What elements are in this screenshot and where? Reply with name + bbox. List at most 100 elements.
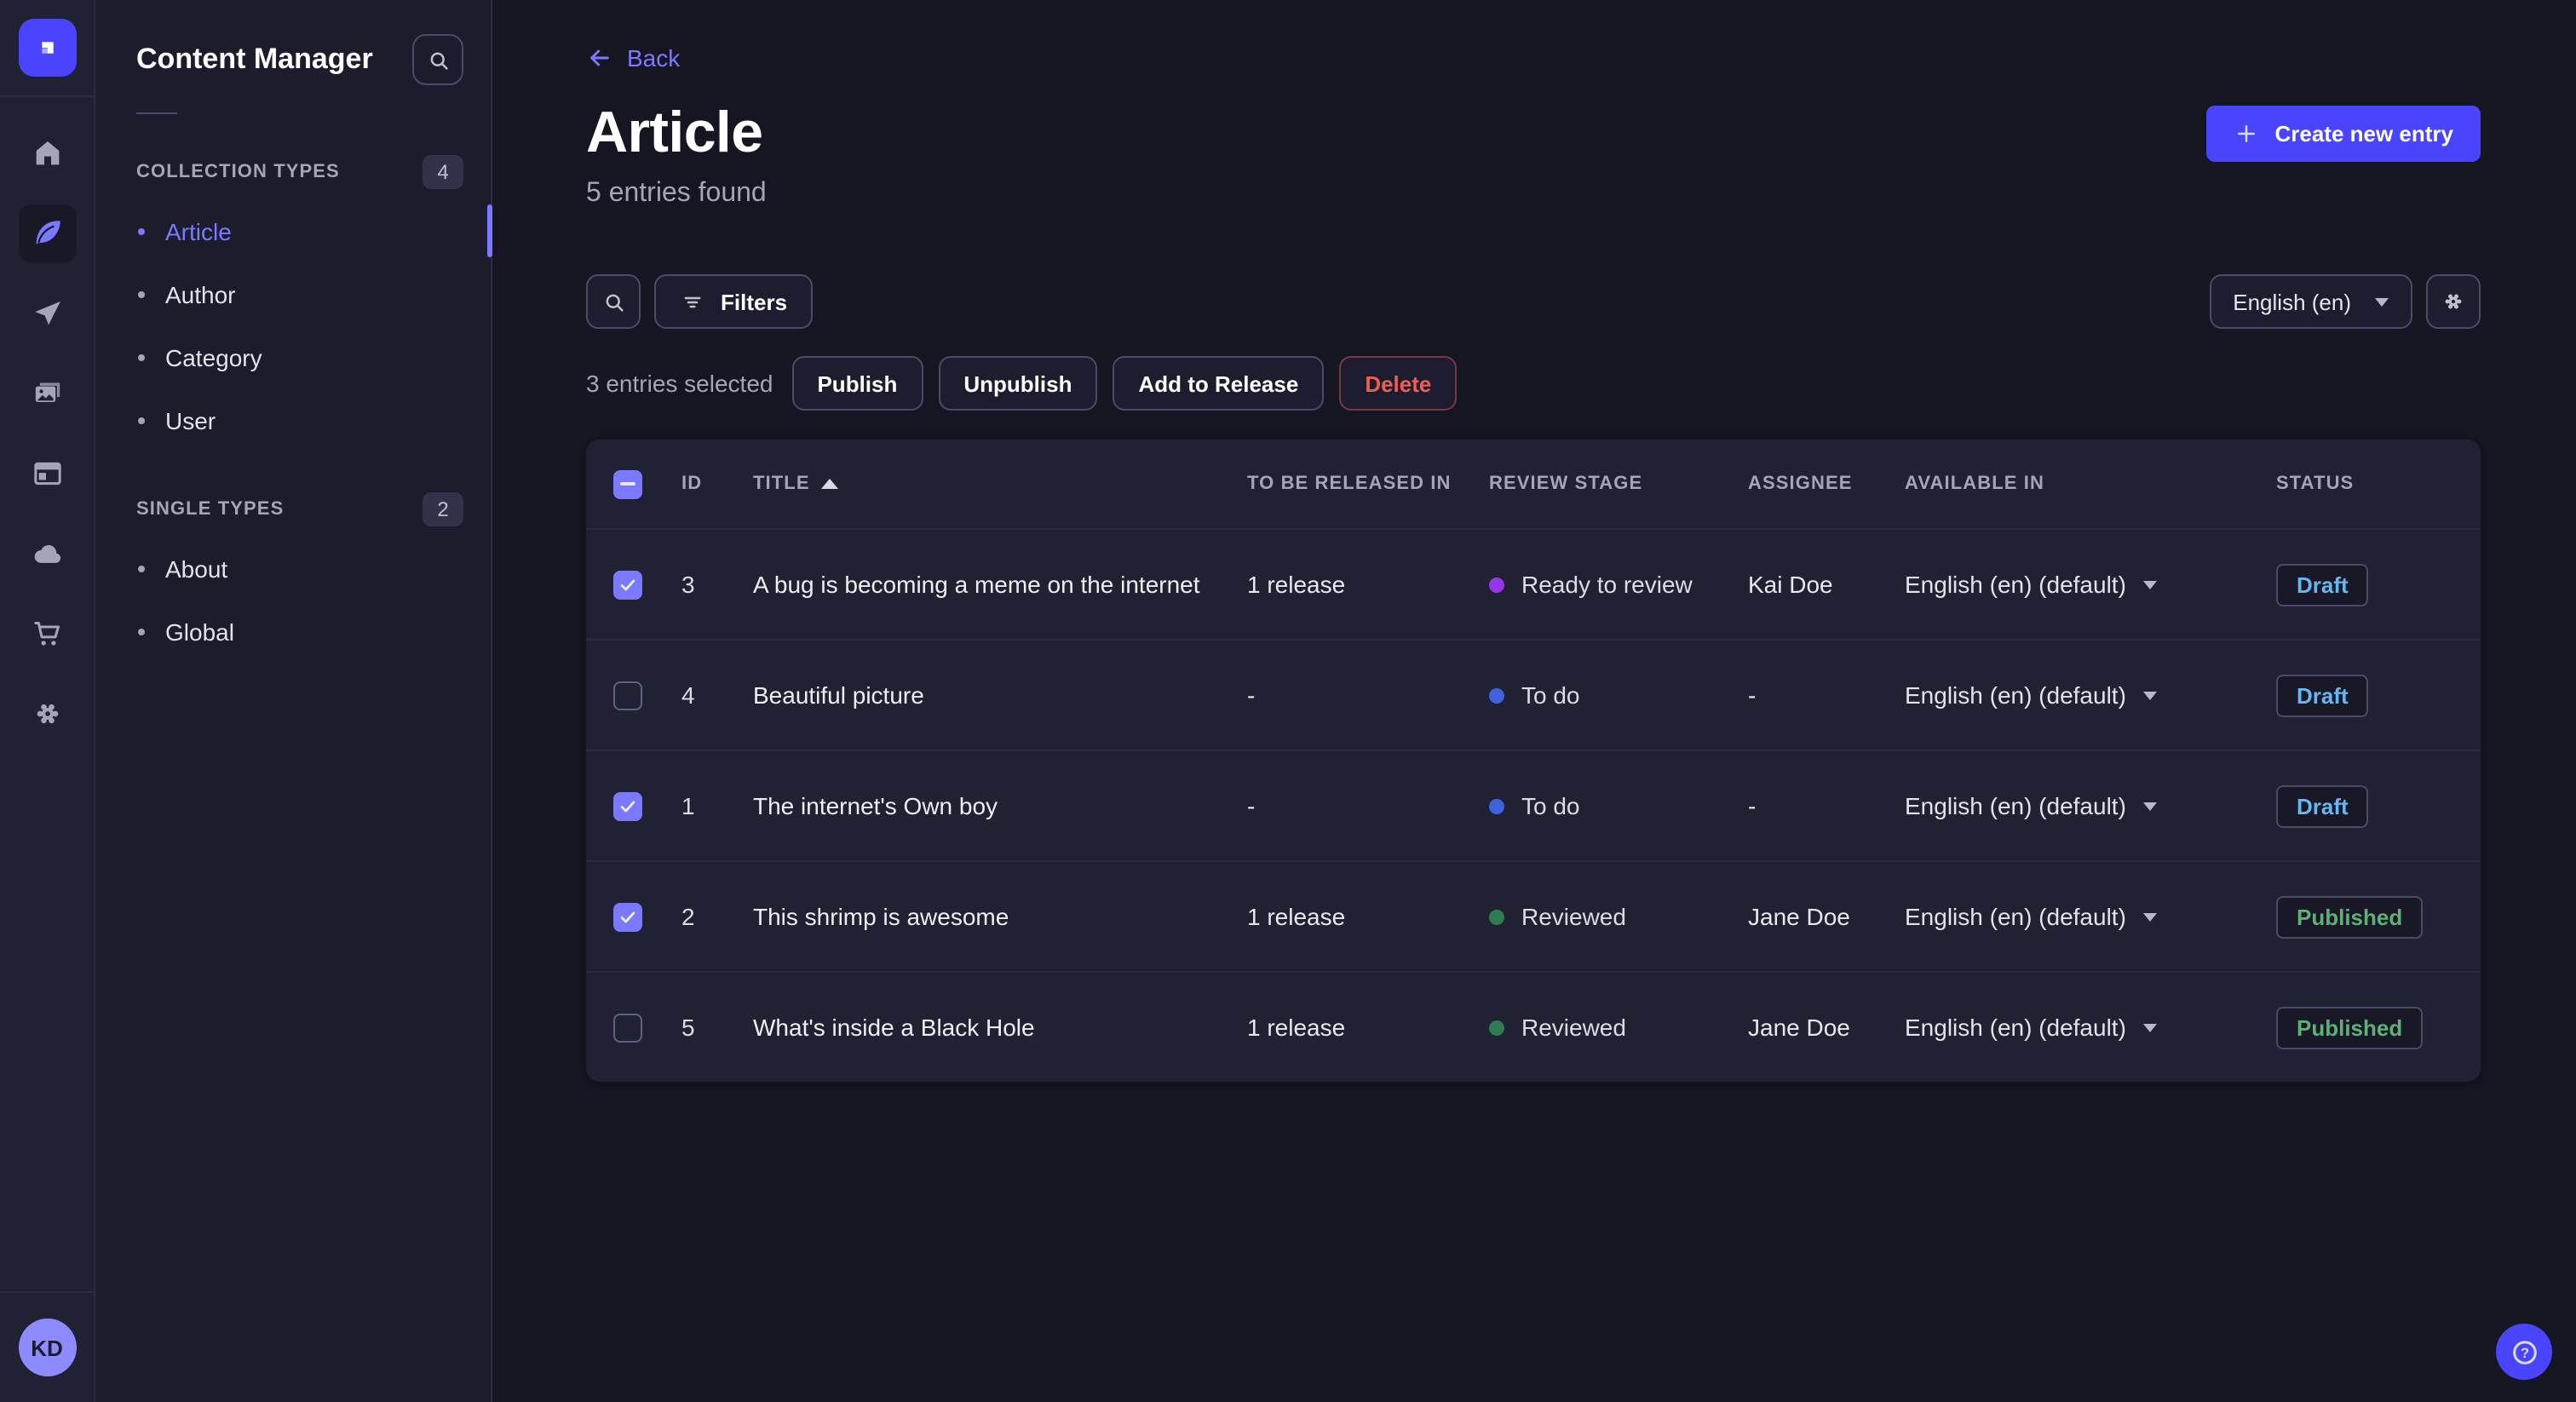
column-header-assignee: ASSIGNEE: [1748, 474, 1853, 494]
cell-title: This shrimp is awesome: [753, 903, 1009, 930]
available-locales-dropdown[interactable]: English (en) (default): [1905, 1014, 2276, 1041]
release-dropdown[interactable]: 1 release: [1247, 571, 1489, 598]
sidebar-item[interactable]: Article: [95, 199, 492, 262]
row-checkbox[interactable]: [613, 681, 642, 710]
column-header-title-sort[interactable]: TITLE: [753, 474, 1247, 494]
bullet-icon: [138, 417, 145, 423]
cell-title: Beautiful picture: [753, 681, 924, 709]
filter-icon: [684, 296, 701, 307]
cell-review-stage: To do: [1489, 681, 1748, 709]
home-icon[interactable]: [18, 124, 76, 182]
sidebar-item[interactable]: Global: [95, 600, 491, 663]
table-row[interactable]: 3 A bug is becoming a meme on the intern…: [586, 528, 2481, 639]
column-header-released: TO BE RELEASED IN: [1247, 474, 1452, 494]
chevron-down-icon: [2375, 297, 2389, 306]
publish-button[interactable]: Publish: [791, 356, 923, 411]
filters-button[interactable]: Filters: [654, 274, 814, 329]
sidebar-item-label: About: [165, 554, 228, 582]
status-badge: Draft: [2276, 784, 2369, 827]
sidebar-search-icon[interactable]: [412, 34, 463, 85]
table-row[interactable]: 2 This shrimp is awesome 1 release Revie…: [586, 860, 2481, 971]
row-checkbox[interactable]: [613, 570, 642, 599]
table-row[interactable]: 1 The internet's Own boy - To do - Engli…: [586, 750, 2481, 860]
cell-assignee: Jane Doe: [1748, 903, 1850, 930]
stage-dot-icon: [1489, 798, 1504, 813]
cell-title: The internet's Own boy: [753, 792, 998, 819]
bullet-icon: [138, 565, 145, 572]
single-types-list: About Global: [95, 537, 491, 663]
column-header-id: ID: [681, 474, 703, 494]
status-badge: Published: [2276, 895, 2424, 938]
content-manager-sidebar: Content Manager COLLECTION TYPES 4 Artic…: [95, 0, 492, 1402]
add-to-release-button[interactable]: Add to Release: [1113, 356, 1325, 411]
section-label: SINGLE TYPES: [136, 499, 285, 520]
sidebar-item[interactable]: User: [95, 388, 491, 451]
cell-review-stage: Ready to review: [1489, 571, 1748, 598]
row-checkbox[interactable]: [613, 1013, 642, 1042]
table-row[interactable]: 4 Beautiful picture - To do - English (e…: [586, 639, 2481, 750]
user-avatar[interactable]: KD: [18, 1319, 76, 1376]
send-icon[interactable]: [18, 284, 76, 342]
column-header-available: AVAILABLE IN: [1905, 474, 2044, 494]
sidebar-item-label: User: [165, 406, 216, 434]
check-icon: [620, 578, 635, 590]
view-settings-icon[interactable]: [2426, 274, 2481, 329]
create-new-entry-button[interactable]: Create new entry: [2206, 106, 2481, 162]
help-button[interactable]: ?: [2496, 1324, 2552, 1380]
content-manager-icon[interactable]: [18, 204, 76, 262]
locale-select[interactable]: English (en): [2209, 274, 2412, 329]
cell-review-stage: Reviewed: [1489, 1014, 1748, 1041]
marketplace-icon[interactable]: [18, 605, 76, 663]
search-icon[interactable]: [586, 274, 641, 329]
cell-id: 4: [681, 681, 695, 709]
available-locales-dropdown[interactable]: English (en) (default): [1905, 571, 2276, 598]
sidebar-item-label: Author: [165, 280, 236, 307]
cloud-icon[interactable]: [18, 525, 76, 583]
selection-summary: 3 entries selected: [586, 370, 773, 397]
stage-dot-icon: [1489, 1020, 1504, 1035]
select-all-checkbox[interactable]: [613, 469, 642, 498]
release-dropdown[interactable]: -: [1247, 792, 1489, 819]
available-locales-dropdown[interactable]: English (en) (default): [1905, 903, 2276, 930]
settings-icon[interactable]: [18, 685, 76, 743]
stage-dot-icon: [1489, 687, 1504, 703]
row-checkbox[interactable]: [613, 902, 642, 931]
unpublish-button[interactable]: Unpublish: [938, 356, 1098, 411]
chevron-down-icon: [2142, 580, 2157, 589]
cell-assignee: -: [1748, 681, 1757, 709]
status-badge: Draft: [2276, 674, 2369, 716]
release-dropdown[interactable]: 1 release: [1247, 903, 1489, 930]
table-row[interactable]: 5 What's inside a Black Hole 1 release R…: [586, 971, 2481, 1082]
page-title: Article: [586, 101, 763, 165]
cell-id: 5: [681, 1014, 695, 1041]
arrow-left-icon: [590, 49, 609, 66]
row-checkbox[interactable]: [613, 791, 642, 820]
cell-title: A bug is becoming a meme on the internet: [753, 571, 1200, 598]
available-locales-dropdown[interactable]: English (en) (default): [1905, 792, 2276, 819]
check-icon: [620, 800, 635, 812]
cell-review-stage: Reviewed: [1489, 903, 1748, 930]
sidebar-item[interactable]: About: [95, 537, 491, 600]
sidebar-item-label: Category: [165, 343, 262, 371]
cell-title: What's inside a Black Hole: [753, 1014, 1035, 1041]
chevron-down-icon: [2142, 1023, 2157, 1031]
rail-divider: [0, 1291, 94, 1293]
release-dropdown[interactable]: -: [1247, 681, 1489, 709]
main-nav-rail: KD: [0, 0, 95, 1402]
available-locales-dropdown[interactable]: English (en) (default): [1905, 681, 2276, 709]
cell-assignee: -: [1748, 792, 1757, 819]
delete-button[interactable]: Delete: [1339, 356, 1458, 411]
sort-asc-icon: [821, 479, 839, 489]
media-library-icon[interactable]: [18, 365, 76, 422]
sidebar-item[interactable]: Author: [95, 262, 491, 325]
sidebar-item-label: Global: [165, 618, 234, 645]
chevron-down-icon: [2142, 691, 2157, 699]
strapi-logo[interactable]: [18, 19, 76, 77]
content-type-builder-icon[interactable]: [18, 445, 76, 503]
check-icon: [620, 911, 635, 922]
back-link[interactable]: Back: [586, 44, 680, 72]
release-dropdown[interactable]: 1 release: [1247, 1014, 1489, 1041]
cell-id: 2: [681, 903, 695, 930]
chevron-down-icon: [2142, 912, 2157, 921]
sidebar-item[interactable]: Category: [95, 325, 491, 388]
